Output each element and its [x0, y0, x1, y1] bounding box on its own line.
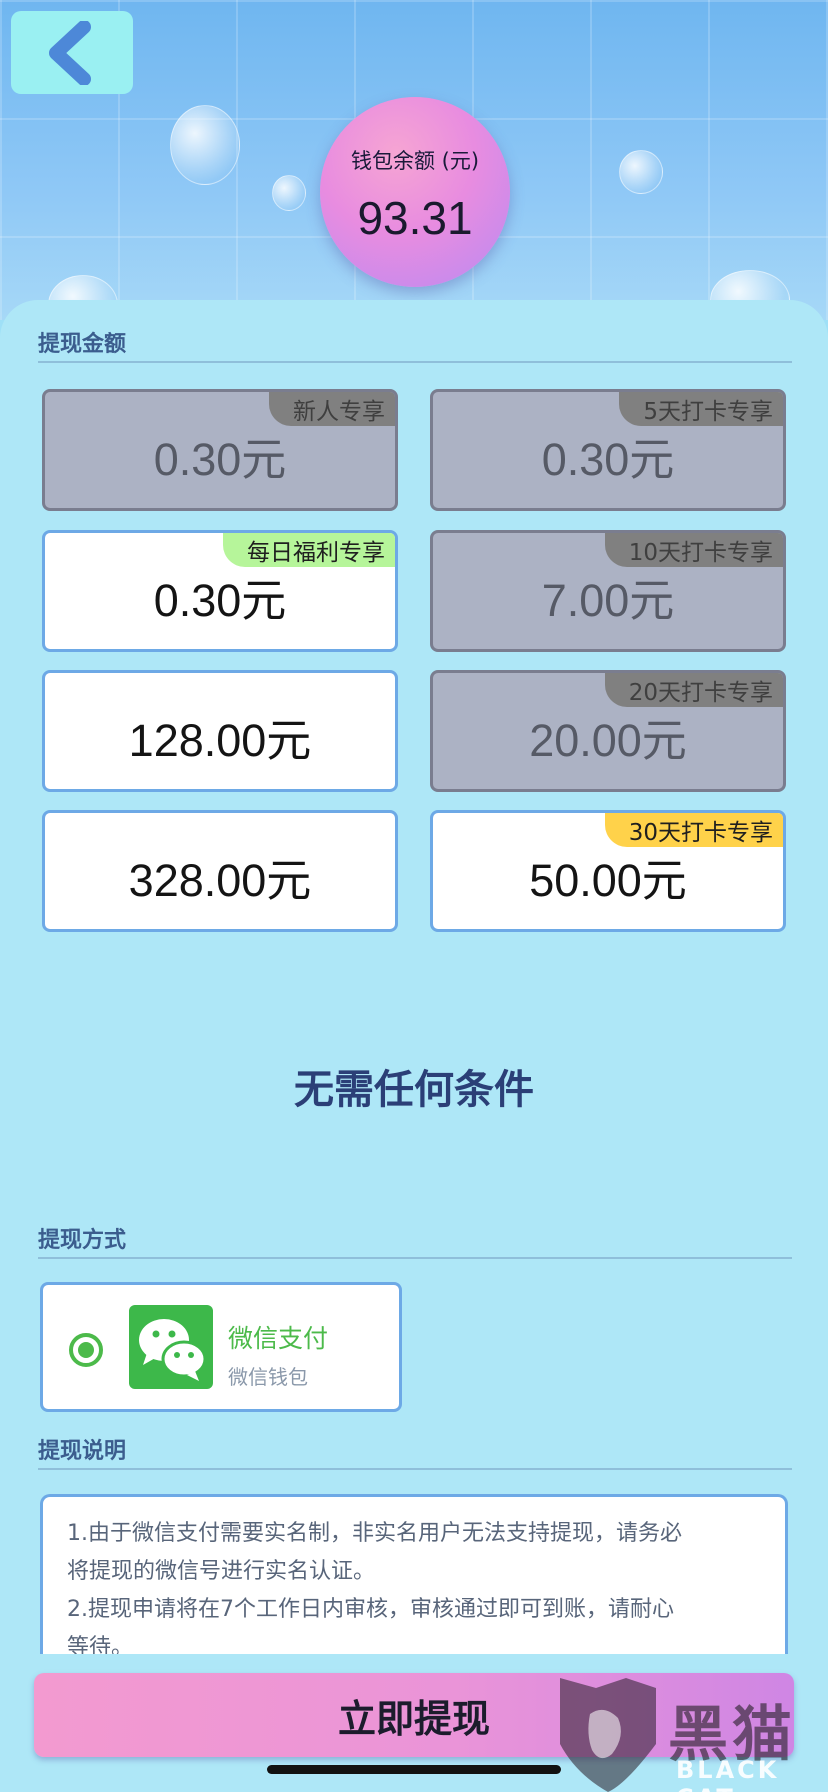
radio-dot [78, 1342, 94, 1358]
amount-value: 0.30元 [541, 433, 675, 485]
bubble-decoration [170, 105, 240, 185]
amount-option[interactable]: 328.00元 [42, 810, 398, 932]
bubble-decoration [272, 175, 306, 211]
wechat-icon [129, 1305, 213, 1389]
home-indicator [267, 1765, 561, 1774]
amount-option[interactable]: 128.00元 [42, 670, 398, 792]
amount-tag: 5天打卡专享 [619, 392, 783, 426]
note-line: 将提现的微信号进行实名认证。 [67, 1559, 376, 1584]
amount-value: 328.00元 [128, 854, 312, 906]
amount-value: 0.30元 [153, 433, 287, 485]
balance-value: 93.31 [357, 192, 473, 244]
back-button[interactable] [11, 11, 133, 94]
section-title-method: 提现方式 [38, 1228, 127, 1253]
section-title-amount: 提现金额 [38, 332, 127, 357]
watermark-en: BLACK CAT [676, 1756, 780, 1792]
amount-option[interactable]: 新人专享 0.30元 [42, 389, 398, 511]
chevron-left-icon [49, 20, 91, 85]
amount-tag: 每日福利专享 [223, 533, 395, 567]
note-line: 2.提现申请将在7个工作日内审核，审核通过即可到账，请耐心 [67, 1597, 674, 1622]
section-title-notes: 提现说明 [38, 1439, 127, 1464]
pay-method-name: 微信支付 [228, 1324, 329, 1353]
wechat-pay-option[interactable]: 微信支付 微信钱包 [40, 1282, 402, 1412]
amount-value: 0.30元 [153, 574, 287, 626]
amount-option[interactable]: 10天打卡专享 7.00元 [430, 530, 786, 652]
amount-tag: 30天打卡专享 [604, 813, 783, 847]
amount-option[interactable]: 5天打卡专享 0.30元 [430, 389, 786, 511]
amount-value: 128.00元 [128, 714, 312, 766]
note-line: 1.由于微信支付需要实名制，非实名用户无法支持提现，请务必 [67, 1521, 682, 1546]
divider [38, 1468, 792, 1470]
amount-option[interactable]: 20天打卡专享 20.00元 [430, 670, 786, 792]
divider [38, 1257, 792, 1259]
amount-option[interactable]: 30天打卡专享 50.00元 [430, 810, 786, 932]
amount-value: 50.00元 [529, 854, 687, 906]
balance-label: 钱包余额 (元) [350, 149, 480, 173]
amount-tag: 新人专享 [269, 392, 395, 426]
note-line: 等待。 [67, 1635, 134, 1654]
pay-method-sub: 微信钱包 [228, 1365, 308, 1389]
amount-value: 20.00元 [529, 714, 687, 766]
bubble-decoration [619, 150, 663, 194]
amount-tag: 20天打卡专享 [604, 673, 783, 707]
amount-option[interactable]: 每日福利专享 0.30元 [42, 530, 398, 652]
condition-text: 无需任何条件 [294, 1067, 534, 1113]
amount-tag: 10天打卡专享 [604, 533, 783, 567]
radio-selected[interactable] [69, 1333, 103, 1367]
divider [38, 361, 792, 363]
amount-value: 7.00元 [541, 574, 675, 626]
wallet-balance: 钱包余额 (元) 93.31 [320, 97, 510, 287]
notes-box: 1.由于微信支付需要实名制，非实名用户无法支持提现，请务必 将提现的微信号进行实… [40, 1494, 788, 1654]
